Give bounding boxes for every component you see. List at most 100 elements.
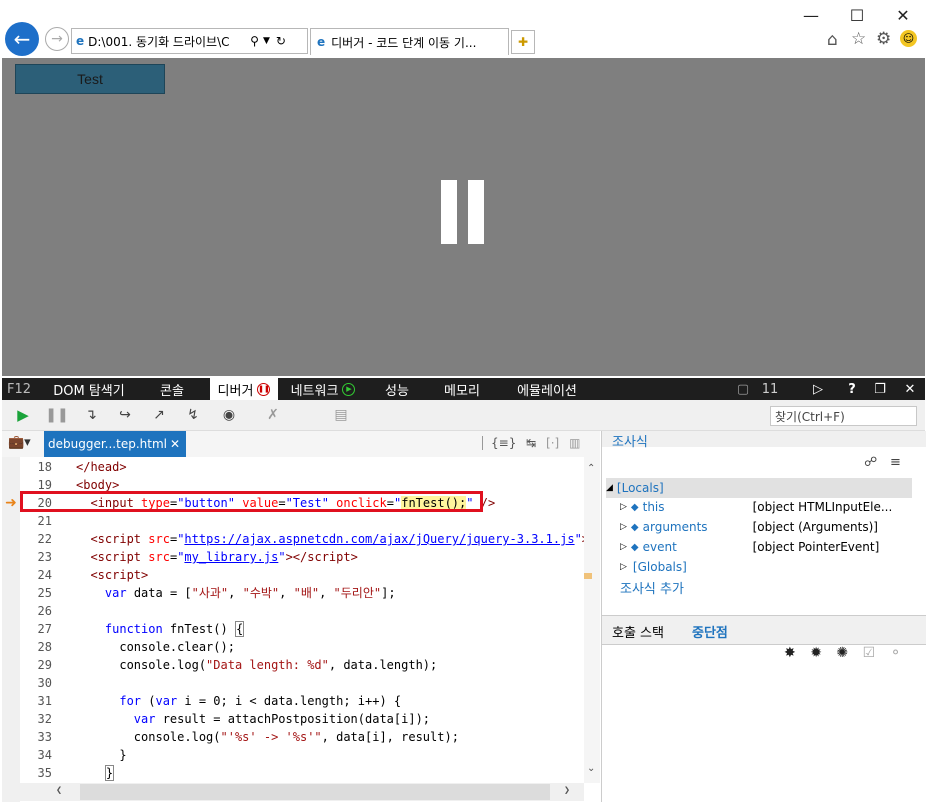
find-input[interactable]: 찾기(Ctrl+F) <box>770 406 917 426</box>
file-tab-debugger[interactable]: debugger...tep.html ✕ <box>44 431 186 457</box>
disconnect-icon[interactable]: ✗ <box>264 406 282 424</box>
tab-call-stack[interactable]: 호출 스택 <box>612 622 664 641</box>
word-wrap-icon[interactable]: ↹ <box>526 436 536 450</box>
line-number: 20 <box>37 496 52 510</box>
add-xhr-breakpoint-icon[interactable]: ✹ <box>810 645 822 661</box>
code-line[interactable]: 21 <box>20 512 585 530</box>
add-event-breakpoint-icon[interactable]: ✸ <box>784 645 796 661</box>
continue-icon[interactable]: ▶ <box>14 406 32 424</box>
add-watch-link[interactable]: 조사식 추가 <box>620 578 684 597</box>
code-line[interactable]: 31 for (var i = 0; i < data.length; i++)… <box>20 692 585 710</box>
code-line[interactable]: 24 <script> <box>20 566 585 584</box>
close-tab-icon[interactable]: ✕ <box>170 437 180 451</box>
home-icon[interactable]: ⌂ <box>827 30 838 50</box>
watch-title[interactable]: 조사식 <box>612 431 648 450</box>
object-icon: ◆ <box>630 501 639 513</box>
line-number: 21 <box>37 514 52 528</box>
console-toggle-icon[interactable]: ▷ <box>808 378 828 400</box>
browser-tab[interactable]: e 디버거 - 코드 단계 이동 기... <box>310 28 509 55</box>
delete-all-watches-icon[interactable]: ≡ <box>890 455 901 470</box>
step-into-icon[interactable]: ↴ <box>82 406 100 424</box>
line-source: } <box>76 748 127 762</box>
code-line[interactable]: 32 var result = attachPostposition(data[… <box>20 710 585 728</box>
code-line[interactable]: 23 <script src="my_library.js"></script> <box>20 548 585 566</box>
back-button[interactable]: ← <box>5 22 39 56</box>
gear-icon[interactable]: ⚙ <box>876 29 891 49</box>
code-line[interactable]: 22 <script src="https://ajax.aspnetcdn.c… <box>20 530 585 548</box>
code-line[interactable]: 29 console.log("Data length: %d", data.l… <box>20 656 585 674</box>
code-line[interactable]: 27 function fnTest() { <box>20 620 585 638</box>
tab-performance[interactable]: 성능 <box>368 378 426 400</box>
address-bar[interactable]: e D:\001. 동기화 드라이브\C ⚲ ▼ ↻ <box>71 28 308 54</box>
smiley-feedback-icon[interactable]: ☺ <box>900 30 917 47</box>
scroll-up-icon[interactable]: ⌃ <box>587 463 595 474</box>
maximize-icon[interactable]: ☐ <box>834 0 880 30</box>
break-on-new-worker-icon[interactable]: ↯ <box>184 406 202 424</box>
watch-row[interactable]: ▷ ◆ this [object HTMLInputEle... <box>620 497 920 517</box>
code-line[interactable]: 18 </head> <box>20 458 585 476</box>
monitor-icon[interactable]: ▢ <box>732 378 754 400</box>
scroll-left-icon[interactable]: ❮ <box>56 785 62 796</box>
expand-icon[interactable]: ▷ <box>620 542 627 552</box>
expand-icon[interactable]: ▷ <box>620 562 627 572</box>
new-tab-button[interactable]: ✚ <box>511 30 535 54</box>
locals-scope[interactable]: ◢ [Locals] <box>606 478 912 498</box>
line-number: 18 <box>37 460 52 474</box>
step-over-icon[interactable]: ↪ <box>116 406 134 424</box>
tab-console[interactable]: 콘솔 <box>142 378 202 400</box>
step-out-icon[interactable]: ↗ <box>150 406 168 424</box>
code-line[interactable]: 28 console.clear(); <box>20 638 585 656</box>
collapse-icon[interactable]: ◢ <box>606 483 613 493</box>
watch-row[interactable]: ▷ ◆ arguments [object (Arguments)] <box>620 517 920 537</box>
code-line[interactable]: 20 <input type="button" value="Test" onc… <box>20 494 585 512</box>
expand-icon[interactable]: ▷ <box>620 522 627 532</box>
code-line[interactable]: 34 } <box>20 746 585 764</box>
help-icon[interactable]: ? <box>842 378 862 400</box>
code-line[interactable]: 30 <box>20 674 585 692</box>
open-document-icon[interactable]: 💼▾ <box>8 435 36 453</box>
add-watch-icon[interactable]: ☍ <box>864 455 877 470</box>
watch-row[interactable]: ▷ ◆ event [object PointerEvent] <box>620 537 920 557</box>
favorites-star-icon[interactable]: ☆ <box>851 29 866 49</box>
tab-emulation[interactable]: 에뮬레이션 <box>502 378 592 400</box>
watch-name: arguments <box>642 520 708 534</box>
scroll-right-icon[interactable]: ❯ <box>564 785 570 796</box>
source-map-icon[interactable]: ▥ <box>569 436 580 450</box>
code-line[interactable]: 25 var data = ["사과", "수박", "배", "두리안"]; <box>20 584 585 602</box>
document-mode[interactable]: 11 <box>758 378 782 400</box>
dropdown-icon[interactable]: ▼ <box>263 36 270 46</box>
code-line[interactable]: 26 <box>20 602 585 620</box>
pretty-print-icon[interactable]: ▤ <box>332 406 350 424</box>
tab-network[interactable]: 네트워크 ▶ <box>284 378 362 400</box>
exceptions-icon[interactable]: ◉ <box>220 406 238 424</box>
watch-panel: 조사식 ☍ ≡ ◢ [Locals] ▷ ◆ this [object HTMLInp… <box>601 431 926 802</box>
disable-breakpoints-icon[interactable]: ⚬ <box>890 645 902 661</box>
delete-breakpoint-icon[interactable]: ✺ <box>836 645 848 661</box>
tab-memory[interactable]: 메모리 <box>432 378 492 400</box>
minimize-icon[interactable]: — <box>788 0 834 30</box>
pretty-print-file-icon[interactable]: {≡} <box>491 436 516 450</box>
search-icon[interactable]: ⚲ <box>250 34 259 48</box>
refresh-icon[interactable]: ↻ <box>276 34 286 48</box>
close-window-icon[interactable]: ✕ <box>880 0 926 30</box>
tab-debugger[interactable]: 디버거 ❚❚ <box>210 378 278 400</box>
code-line[interactable]: 19 <body> <box>20 476 585 494</box>
toggle-breakpoints-icon[interactable]: ☑ <box>863 645 876 661</box>
break-icon[interactable]: ❚❚ <box>45 406 68 424</box>
code-editor[interactable]: 18 </head> 19 <body> 20 <input type="button"… <box>20 457 585 783</box>
code-line[interactable]: 35 } <box>20 764 585 782</box>
just-my-code-icon[interactable]: [⋅] <box>546 436 559 450</box>
tab-dom-explorer[interactable]: DOM 탐색기 <box>42 378 136 400</box>
test-button[interactable]: Test <box>15 64 165 94</box>
scroll-down-icon[interactable]: ⌄ <box>587 763 595 774</box>
tab-breakpoints[interactable]: 중단점 <box>692 622 728 641</box>
horizontal-scroll-thumb[interactable] <box>80 784 550 800</box>
forward-button[interactable]: → <box>45 27 69 51</box>
code-horizontal-scrollbar[interactable]: ❮ ❯ <box>20 783 584 801</box>
expand-icon[interactable]: ▷ <box>620 502 627 512</box>
undock-icon[interactable]: ❐ <box>870 378 890 400</box>
close-devtools-icon[interactable]: ✕ <box>900 378 920 400</box>
code-vertical-scrollbar[interactable]: ⌃ ⌄ <box>584 457 600 783</box>
code-line[interactable]: 33 console.log("'%s' -> '%s'", data[i], … <box>20 728 585 746</box>
globals-scope[interactable]: ▷ [Globals] <box>620 557 687 577</box>
